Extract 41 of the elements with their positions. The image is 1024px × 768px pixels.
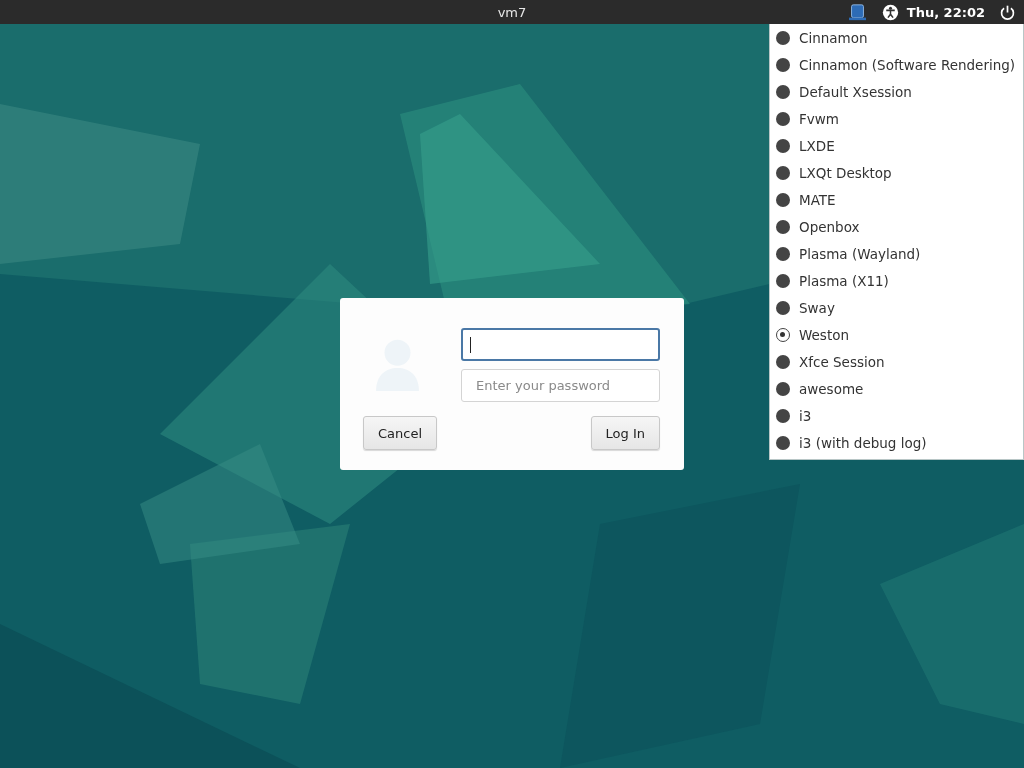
session-option[interactable]: MATE [770, 186, 1023, 213]
session-option[interactable]: Fvwm [770, 105, 1023, 132]
radio-button[interactable] [776, 327, 790, 342]
radio-button[interactable] [776, 354, 790, 369]
radio-button[interactable] [776, 138, 790, 153]
session-option[interactable]: Cinnamon [770, 24, 1023, 51]
session-icon[interactable] [848, 3, 866, 21]
login-button[interactable]: Log In [590, 416, 660, 450]
power-icon[interactable] [999, 3, 1016, 21]
session-option[interactable]: Default Xsession [770, 78, 1023, 105]
radio-button[interactable] [776, 273, 790, 288]
radio-button[interactable] [776, 408, 790, 423]
radio-button[interactable] [776, 381, 790, 396]
session-option[interactable]: Plasma (Wayland) [770, 240, 1023, 267]
clock[interactable]: Thu, 22:02 [906, 4, 985, 20]
session-option[interactable]: Weston [770, 321, 1023, 348]
session-option[interactable]: Plasma (X11) [770, 267, 1023, 294]
cancel-button[interactable]: Cancel [363, 416, 438, 450]
radio-button[interactable] [776, 435, 790, 450]
radio-button[interactable] [776, 246, 790, 261]
radio-button[interactable] [776, 219, 790, 234]
radio-button[interactable] [776, 84, 790, 99]
session-option[interactable]: i3 [770, 402, 1023, 429]
session-option[interactable]: Cinnamon (Software Rendering) [770, 51, 1023, 78]
session-option[interactable]: Openbox [770, 213, 1023, 240]
session-option[interactable]: Xfce Session [770, 348, 1023, 375]
session-option[interactable]: LXDE [770, 132, 1023, 159]
session-option[interactable]: awesome [770, 375, 1023, 402]
radio-button[interactable] [776, 30, 790, 45]
radio-button[interactable] [776, 111, 790, 126]
radio-button[interactable] [776, 192, 790, 207]
radio-button[interactable] [776, 300, 790, 315]
accessibility-icon[interactable] [881, 3, 899, 21]
session-option[interactable]: LXQt Desktop [770, 159, 1023, 186]
username-field[interactable] [461, 328, 660, 361]
session-option[interactable]: i3 (with debug log) [770, 429, 1023, 456]
radio-button[interactable] [776, 57, 790, 72]
session-option[interactable]: Sway [770, 294, 1023, 321]
radio-button[interactable] [776, 165, 790, 180]
password-field[interactable]: Enter your password [461, 369, 660, 402]
hostname: vm7 [497, 4, 527, 20]
